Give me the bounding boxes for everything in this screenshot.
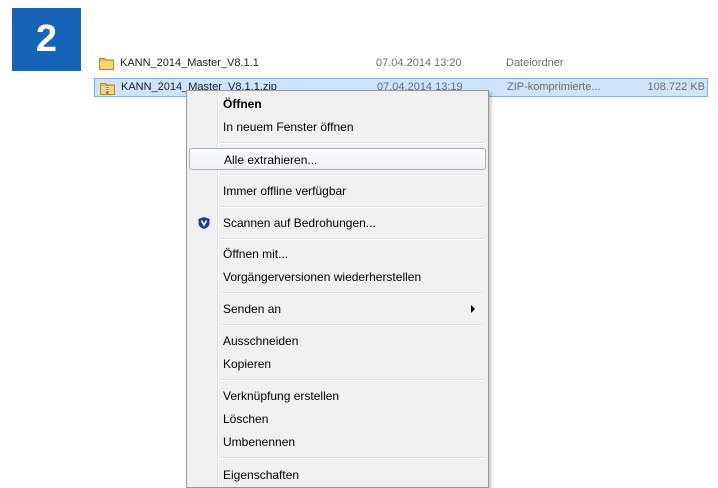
zip-folder-icon (100, 83, 115, 95)
menu-item-open[interactable]: Öffnen (189, 93, 486, 115)
menu-item-label: Umbenennen (223, 435, 296, 449)
context-menu: Öffnen In neuem Fenster öffnen Alle extr… (186, 90, 489, 488)
menu-item-label: In neuem Fenster öffnen (223, 120, 354, 134)
menu-item-label: Alle extrahieren... (224, 153, 318, 167)
file-type: ZIP-komprimierte... (507, 81, 601, 93)
menu-item-label: Eigenschaften (223, 468, 300, 482)
menu-separator (221, 142, 484, 144)
menu-item-label: Verknüpfung erstellen (223, 389, 340, 403)
menu-item-open-with[interactable]: Öffnen mit... (189, 243, 486, 265)
menu-item-extract-all[interactable]: Alle extrahieren... (189, 148, 486, 170)
menu-item-label: Kopieren (223, 357, 272, 371)
menu-separator (221, 206, 484, 208)
menu-separator (221, 379, 484, 381)
menu-item-scan-threats[interactable]: Scannen auf Bedrohungen... (189, 212, 486, 234)
menu-item-delete[interactable]: Löschen (189, 408, 486, 430)
menu-item-always-offline[interactable]: Immer offline verfügbar (189, 180, 486, 202)
file-size: 108.722 KB (647, 81, 706, 93)
menu-item-cut[interactable]: Ausschneiden (189, 330, 486, 352)
menu-item-label: Öffnen (223, 97, 262, 111)
menu-separator (221, 324, 484, 326)
menu-item-create-shortcut[interactable]: Verknüpfung erstellen (189, 385, 486, 407)
step-number-badge: 2 (12, 8, 81, 71)
menu-item-restore-previous[interactable]: Vorgängerversionen wiederherstellen (189, 266, 486, 288)
menu-item-send-to[interactable]: Senden an (189, 298, 486, 320)
file-type: Dateiordner (506, 57, 564, 69)
menu-separator (221, 292, 484, 294)
menu-item-rename[interactable]: Umbenennen (189, 431, 486, 453)
menu-separator (221, 238, 484, 240)
menu-item-label: Scannen auf Bedrohungen... (223, 216, 376, 230)
folder-icon (99, 58, 114, 70)
menu-item-label: Vorgängerversionen wiederherstellen (223, 270, 422, 284)
shield-icon (198, 217, 210, 229)
menu-item-label: Ausschneiden (223, 334, 299, 348)
menu-separator (221, 174, 484, 176)
menu-item-open-new-window[interactable]: In neuem Fenster öffnen (189, 116, 486, 138)
menu-item-label: Immer offline verfügbar (223, 184, 347, 198)
menu-item-label: Löschen (223, 412, 269, 426)
menu-item-properties[interactable]: Eigenschaften (189, 464, 486, 486)
file-date: 07.04.2014 13:20 (376, 57, 462, 69)
menu-item-copy[interactable]: Kopieren (189, 353, 486, 375)
file-row-folder[interactable]: KANN_2014_Master_V8.1.1 07.04.2014 13:20… (94, 54, 708, 73)
submenu-arrow-icon (471, 305, 475, 313)
menu-item-label: Öffnen mit... (223, 247, 289, 261)
file-name: KANN_2014_Master_V8.1.1 (120, 57, 259, 69)
menu-item-label: Senden an (223, 302, 282, 316)
menu-separator (221, 457, 484, 459)
